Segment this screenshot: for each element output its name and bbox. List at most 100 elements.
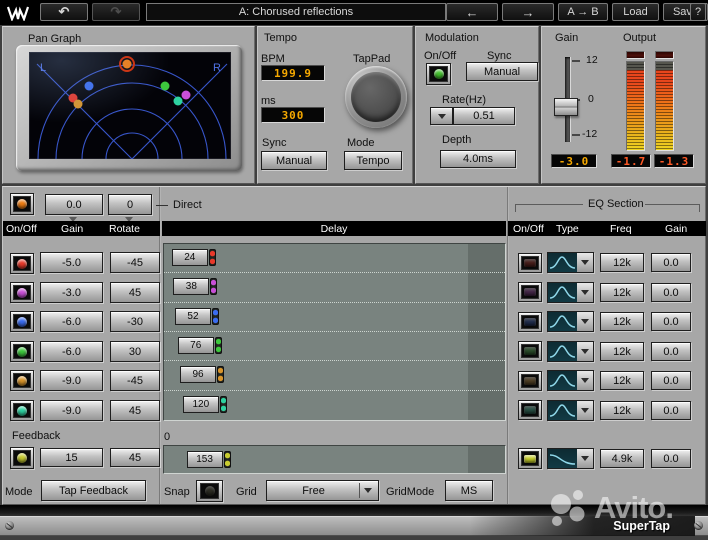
gridmode-button[interactable]: MS [445, 480, 493, 501]
feedback-gain-button[interactable]: 15 [40, 448, 103, 467]
direct-gain-button[interactable]: 0.0 [45, 194, 103, 215]
tap5-delay-handle[interactable]: 96 [180, 366, 225, 384]
tap1-delay-handle[interactable]: 24 [171, 249, 216, 266]
tap4-eq-freq-button[interactable]: 12k [600, 342, 644, 361]
tap6-eq-gain-button[interactable]: 0.0 [651, 401, 691, 420]
snap-button[interactable] [196, 480, 223, 502]
delay-track-area: 24 38 52 76 96 120 [163, 243, 506, 421]
redo-button[interactable]: ↷ [92, 3, 140, 21]
feedback-eq-gain-button[interactable]: 0.0 [651, 449, 691, 468]
tap1-eq-freq-button[interactable]: 12k [600, 253, 644, 272]
tick-label-12: 12 [586, 54, 598, 66]
tempo-mode-button[interactable]: Tempo [344, 151, 402, 170]
tap3-eq-led [523, 317, 536, 326]
mod-sync-button[interactable]: Manual [466, 62, 538, 81]
feedback-delay-marker-icon [223, 451, 231, 468]
next-preset-button[interactable]: → [502, 3, 554, 21]
tap1-eq-type-button[interactable] [547, 252, 594, 273]
tap4-delay-marker-icon [214, 336, 222, 354]
tap1-eq-gain-button[interactable]: 0.0 [651, 253, 691, 272]
gain-slider-handle[interactable] [554, 98, 578, 116]
modulation-onoff-button[interactable] [426, 63, 451, 85]
tap4-eq-onoff-button[interactable] [518, 341, 542, 361]
tap3-eq-freq-button[interactable]: 12k [600, 312, 644, 331]
prev-preset-button[interactable]: ← [446, 3, 498, 21]
tap5-eq-onoff-button[interactable] [518, 371, 542, 391]
tap3-onoff-button[interactable] [10, 311, 34, 332]
tap3-delay-handle[interactable]: 52 [174, 307, 219, 325]
rate-value-button[interactable]: 0.51 [453, 107, 515, 125]
direct-rotate-button[interactable]: 0 [108, 194, 152, 215]
feedback-eq-onoff-button[interactable] [518, 448, 542, 469]
help-button[interactable]: ? [690, 3, 706, 21]
tap2-eq-freq-button[interactable]: 12k [600, 283, 644, 302]
tap2-eq-onoff-button[interactable] [518, 282, 542, 302]
rate-dropdown-button[interactable] [430, 107, 453, 125]
bpm-value[interactable]: 199.9 [261, 65, 325, 81]
tap6-eq-freq-button[interactable]: 12k [600, 401, 644, 420]
tap5-onoff-button[interactable] [10, 370, 34, 391]
tap6-rotate-button[interactable]: 45 [110, 400, 160, 421]
tap6-delay-handle[interactable]: 120 [182, 395, 227, 413]
grid-dropdown[interactable]: Free [266, 480, 379, 501]
tap6-eq-type-button[interactable] [547, 400, 594, 421]
feedback-rotate-button[interactable]: 45 [110, 448, 160, 467]
tap5-eq-gain-button[interactable]: 0.0 [651, 371, 691, 390]
tap4-onoff-button[interactable] [10, 341, 34, 362]
tap4-delay-handle[interactable]: 76 [177, 336, 222, 354]
feedback-delay-row: 153 [164, 446, 505, 473]
tap4-eq-gain-button[interactable]: 0.0 [651, 342, 691, 361]
feedback-onoff-button[interactable] [10, 447, 34, 469]
tappad-knob[interactable] [345, 66, 407, 128]
tap2-rotate-button[interactable]: 45 [110, 282, 160, 303]
load-button[interactable]: Load [612, 3, 659, 21]
tap5-eq-freq-button[interactable]: 12k [600, 371, 644, 390]
tap2-gain-button[interactable]: -3.0 [40, 282, 103, 303]
tap4-eq-type-button[interactable] [547, 341, 594, 362]
tap3-rotate-button[interactable]: -30 [110, 311, 160, 332]
tap5-gain-button[interactable]: -9.0 [40, 370, 103, 391]
feedback-delay-handle[interactable]: 153 [186, 451, 231, 468]
help-icon: ? [694, 6, 702, 18]
feedback-eq-type-button[interactable] [547, 448, 594, 469]
tap6-gain-button[interactable]: -9.0 [40, 400, 103, 421]
tap1-onoff-button[interactable] [10, 253, 34, 274]
tap3-eq-gain-button[interactable]: 0.0 [651, 312, 691, 331]
tap1-gain-button[interactable]: -5.0 [40, 252, 103, 273]
tap3-eq-onoff-button[interactable] [518, 312, 542, 332]
tap5-eq-type-button[interactable] [547, 370, 594, 391]
direct-label: Direct [156, 199, 202, 211]
clip-indicator-right[interactable] [655, 51, 674, 59]
tap3-eq-type-button[interactable] [547, 311, 594, 332]
tempo-sync-button[interactable]: Manual [261, 151, 327, 170]
pan-graph-title: Pan Graph [28, 33, 82, 45]
tap3-gain-button[interactable]: -6.0 [40, 311, 103, 332]
tap1-rotate-button[interactable]: -45 [110, 252, 160, 273]
tap2-eq-type-button[interactable] [547, 282, 594, 303]
tap5-rotate-button[interactable]: -45 [110, 370, 160, 391]
direct-onoff-button[interactable] [10, 193, 34, 215]
a-to-b-button[interactable]: A → B [558, 3, 608, 21]
tap2-eq-gain-button[interactable]: 0.0 [651, 283, 691, 302]
tap2-delay-handle[interactable]: 38 [173, 278, 218, 296]
undo-button[interactable]: ↶ [40, 3, 88, 21]
ms-value[interactable]: 300 [261, 107, 325, 123]
feedback-eq-freq-button[interactable]: 4.9k [600, 449, 644, 468]
tap-feedback-mode-button[interactable]: Tap Feedback [41, 480, 146, 501]
tap4-gain-button[interactable]: -6.0 [40, 341, 103, 362]
tick-minus12 [572, 134, 580, 136]
clip-indicator-left[interactable] [626, 51, 645, 59]
tap2-onoff-button[interactable] [10, 282, 34, 303]
bell-curve-icon [548, 371, 577, 390]
tap1-led [16, 258, 27, 269]
dropdown-arrow-icon [577, 253, 593, 272]
ms-label: ms [261, 95, 276, 107]
tap6-eq-onoff-button[interactable] [518, 400, 542, 420]
tap4-rotate-button[interactable]: 30 [110, 341, 160, 362]
depth-value-button[interactable]: 4.0ms [440, 150, 516, 168]
feedback-led [16, 453, 27, 463]
output-meter-right [655, 61, 674, 151]
preset-display[interactable]: A: Chorused reflections [146, 3, 446, 21]
tap6-onoff-button[interactable] [10, 400, 34, 421]
tap1-eq-onoff-button[interactable] [518, 253, 542, 273]
